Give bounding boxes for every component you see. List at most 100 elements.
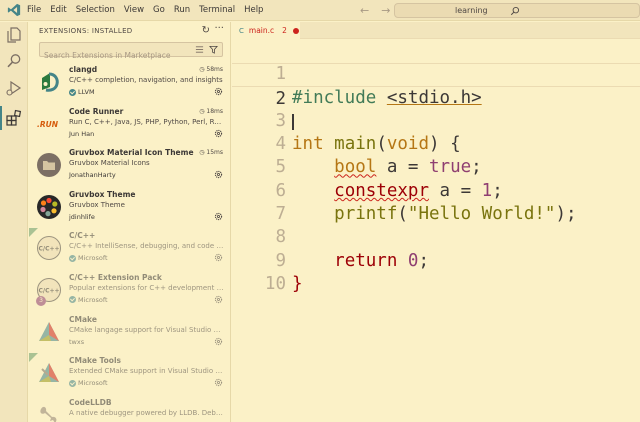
tab-error-count: 2 [282, 26, 287, 35]
gear-icon[interactable] [214, 212, 223, 221]
extension-description: C/C++ IntelliSense, debugging, and code … [69, 242, 225, 251]
extension-item-codelldb[interactable]: CodeLLDB A native debugger powered by LL… [29, 395, 230, 422]
code-line: 8 return 0; [232, 203, 640, 270]
search-icon[interactable] [5, 52, 23, 70]
extensions-search-box [39, 42, 223, 62]
vscode-logo-icon [7, 3, 21, 17]
extensions-icon[interactable] [5, 109, 23, 127]
gear-icon[interactable] [214, 295, 223, 304]
gear-icon[interactable] [214, 253, 223, 262]
search-icon [510, 6, 520, 15]
extension-description: Gruvbox Theme [69, 200, 125, 209]
menu-file[interactable]: File [27, 5, 41, 15]
extension-item-cmake[interactable]: CMake CMake langage support for Visual S… [29, 312, 230, 354]
extension-name: Gruvbox Theme [69, 189, 136, 199]
gear-icon[interactable] [214, 129, 223, 138]
menu-terminal[interactable]: Terminal [199, 5, 235, 15]
line-number: 10 [264, 273, 286, 294]
extension-publisher: Microsoft [69, 296, 108, 304]
extension-item-gruvbox-theme[interactable]: Gruvbox Theme Gruvbox Theme jdinhlife [29, 187, 230, 229]
extension-publisher: LLVM [69, 88, 95, 96]
back-arrow-icon[interactable]: ← [360, 4, 369, 17]
extension-description: A native debugger powered by LLDB. Debug… [69, 408, 225, 417]
sidebar-header: EXTENSIONS: INSTALLED ↻ ··· [29, 22, 230, 40]
c-file-icon: C [239, 26, 244, 35]
menu-selection[interactable]: Selection [76, 5, 115, 15]
extension-name: Gruvbox Material Icon Theme [69, 148, 194, 158]
extension-item-cpp[interactable]: C/C++ C/C++ C/C++ IntelliSense, debuggin… [29, 228, 230, 270]
verified-publisher-icon [69, 296, 76, 304]
title-bar: File Edit Selection View Go Run Terminal… [0, 0, 640, 21]
gear-icon[interactable] [214, 378, 223, 387]
svg-text:C/C++: C/C++ [38, 287, 59, 294]
explorer-icon[interactable] [5, 26, 23, 44]
extension-name: CodeLLDB [69, 397, 112, 407]
menu-edit[interactable]: Edit [50, 5, 66, 15]
extension-description: Popular extensions for C++ development i… [69, 283, 225, 292]
editor-area: C main.c 2 1 #include <stdio.h> 2 3 int … [232, 22, 640, 422]
folder-logo-icon [37, 153, 61, 178]
extension-publisher: Jun Han [69, 129, 95, 138]
extension-name: CMake [69, 314, 97, 324]
code-line: 6 printf("Hello World!"); [232, 156, 640, 224]
extension-item-gruvbox-material-icon-theme[interactable]: Gruvbox Material Icon Theme ◷ 15ms Gruvb… [29, 145, 230, 187]
filter-icon[interactable] [209, 45, 218, 54]
workspace-name: learning [455, 6, 488, 15]
menu-view[interactable]: View [124, 5, 144, 15]
extensions-search-input[interactable] [40, 49, 190, 62]
command-center[interactable]: learning [394, 3, 640, 18]
extension-name: C/C++ Extension Pack [69, 272, 162, 282]
code-runner-logo-icon: .RUN [37, 120, 59, 129]
verified-publisher-icon [69, 88, 76, 96]
run-debug-icon[interactable] [5, 79, 23, 97]
extensions-sidebar: EXTENSIONS: INSTALLED ↻ ··· clangd ◷ 58m… [29, 22, 231, 422]
code-line: 7 [232, 180, 640, 224]
code-line: 10 [232, 250, 640, 294]
editor-tab-bar: C main.c 2 [232, 22, 640, 39]
extension-item-code-runner[interactable]: .RUN Code Runner ◷ 18ms Run C, C++, Java… [29, 104, 230, 146]
extension-publisher: JonathanHarty [69, 171, 116, 180]
extension-item-cpp-extension-pack[interactable]: C/C++ 3 C/C++ Extension Pack Popular ext… [29, 270, 230, 312]
activation-time: ◷ 15ms [199, 149, 223, 157]
code-line: 3 int main(void) { [232, 87, 640, 154]
cmake-tools-logo-icon [39, 363, 59, 383]
extension-name: clangd [69, 65, 98, 74]
cpp-logo-icon: C/C++ [37, 236, 61, 261]
menu-go[interactable]: Go [153, 5, 165, 15]
cmake-logo-icon [39, 321, 59, 341]
clear-filter-icon[interactable] [195, 45, 204, 54]
gear-icon[interactable] [214, 337, 223, 346]
code-line: 1 #include <stdio.h> [232, 40, 640, 107]
sidebar-title: EXTENSIONS: INSTALLED [39, 27, 133, 35]
svg-text:.RUN: .RUN [37, 120, 59, 129]
gear-icon[interactable] [214, 87, 223, 96]
forward-arrow-icon[interactable]: → [381, 4, 390, 17]
code-line: 9 } [232, 226, 640, 294]
extension-description: CMake langage support for Visual Studio … [69, 325, 225, 334]
code-editor[interactable]: 1 #include <stdio.h> 2 3 int main(void) … [232, 40, 640, 294]
refresh-icon[interactable]: ↻ [202, 25, 210, 36]
extension-publisher: Microsoft [69, 379, 108, 387]
unsaved-dot-icon[interactable] [292, 27, 299, 34]
extensions-list: clangd ◷ 58ms C/C++ completion, navigati… [29, 62, 230, 422]
gruvbox-palette-icon [37, 194, 61, 219]
active-indicator [0, 106, 2, 130]
extension-item-cmake-tools[interactable]: CMake Tools Extended CMake support in Vi… [29, 353, 230, 395]
tab-filename: main.c [248, 26, 275, 35]
extension-item-clangd[interactable]: clangd ◷ 58ms C/C++ completion, navigati… [29, 62, 230, 104]
clangd-logo-icon [42, 72, 59, 92]
extension-name: CMake Tools [69, 356, 121, 366]
extension-publisher: jdinhlife [69, 212, 95, 221]
verified-publisher-icon [69, 254, 76, 262]
menu-run[interactable]: Run [174, 5, 190, 15]
activation-time: ◷ 58ms [199, 66, 223, 73]
gear-icon[interactable] [214, 170, 223, 179]
extension-description: Run C, C++, Java, JS, PHP, Python, Perl,… [69, 117, 225, 126]
code-line: 4 bool a = true; [232, 110, 640, 177]
code-line: 5 constexpr a = 1; [232, 133, 640, 200]
more-actions-icon[interactable]: ··· [214, 23, 224, 34]
menu-help[interactable]: Help [244, 5, 263, 15]
tab-main-c[interactable]: C main.c 2 [232, 22, 300, 39]
extension-description: Gruvbox Material Icons [69, 159, 150, 168]
extension-publisher: Microsoft [69, 254, 108, 262]
